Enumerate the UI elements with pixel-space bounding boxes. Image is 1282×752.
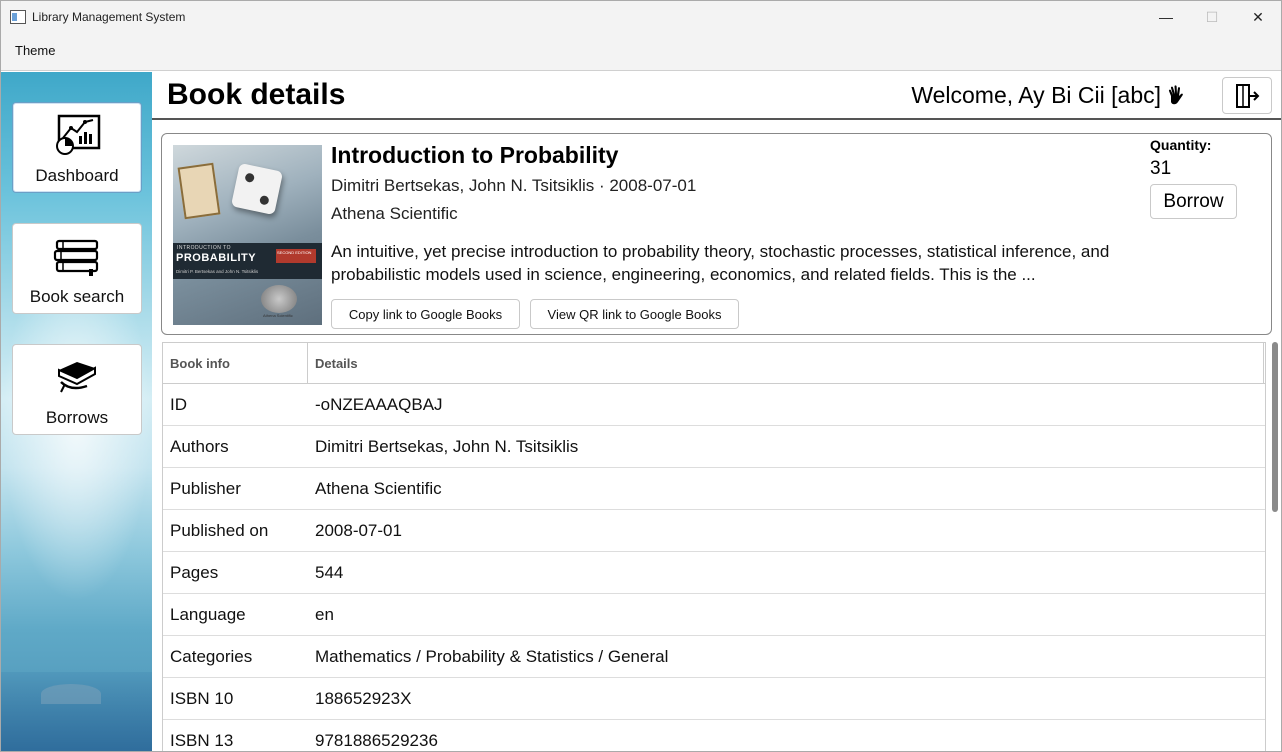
cover-publisher: Athena Scientific [263, 313, 293, 318]
cover-top-line: INTRODUCTION TO [177, 245, 231, 251]
minimize-button[interactable]: — [1143, 1, 1189, 33]
book-cover: INTRODUCTION TO PROBABILITY Dimitri P. B… [173, 145, 322, 325]
column-header-details[interactable]: Details [315, 356, 358, 371]
cover-coins [261, 285, 297, 313]
cover-title: PROBABILITY [176, 252, 257, 264]
cover-playing-card [177, 162, 221, 220]
table-row[interactable]: Publisher Athena Scientific [163, 468, 1265, 510]
dashboard-chart-icon [56, 114, 101, 155]
row-key: Pages [170, 563, 219, 582]
column-header-book-info[interactable]: Book info [170, 356, 230, 371]
menu-bar: Theme [1, 33, 1281, 71]
row-key: Authors [170, 437, 229, 456]
window-title: Library Management System [32, 10, 186, 24]
waving-hand-icon [1168, 85, 1183, 105]
quantity-value: 31 [1150, 158, 1172, 179]
table-row[interactable]: Authors Dimitri Bertsekas, John N. Tsits… [163, 426, 1265, 468]
row-value: en [315, 605, 334, 624]
logout-button[interactable] [1222, 77, 1272, 114]
row-key: Published on [170, 521, 269, 540]
table-row[interactable]: ISBN 13 9781886529236 [163, 720, 1265, 751]
row-value: Dimitri Bertsekas, John N. Tsitsiklis [315, 437, 579, 456]
scrollbar-thumb[interactable] [1272, 342, 1278, 512]
table-row[interactable]: ID -oNZEAAAQBAJ [163, 384, 1265, 426]
row-value: 544 [315, 563, 344, 582]
copy-link-button[interactable]: Copy link to Google Books [331, 299, 520, 329]
page-header: Book details Welcome, Ay Bi Cii [abc] [152, 72, 1281, 120]
book-byline: Dimitri Bertsekas, John N. Tsitsiklis · … [331, 176, 697, 195]
sidebar-item-label: Borrows [45, 408, 109, 427]
welcome-text: Welcome, Ay Bi Cii [abc] [911, 82, 1161, 108]
logout-icon [1236, 83, 1260, 108]
sidebar-item-label: Book search [29, 287, 125, 306]
title-bar: Library Management System — ☐ ✕ [1, 1, 1281, 33]
maximize-button[interactable]: ☐ [1189, 1, 1235, 33]
row-value: 9781886529236 [315, 731, 438, 750]
cover-authors: Dimitri P. Bertsekas and John N. Tsitsik… [176, 269, 259, 274]
background-island [41, 684, 101, 704]
column-separator [307, 343, 308, 384]
table-row[interactable]: Published on 2008-07-01 [163, 510, 1265, 552]
row-value: Mathematics / Probability & Statistics /… [315, 647, 669, 666]
cover-dice [230, 162, 284, 216]
book-info-table: Book info Details ID -oNZEAAAQBAJ Author… [162, 342, 1266, 751]
page-title: Book details [167, 78, 346, 111]
table-row[interactable]: Categories Mathematics / Probability & S… [163, 636, 1265, 678]
row-key: Language [170, 605, 246, 624]
borrow-button[interactable]: Borrow [1150, 184, 1237, 219]
sidebar-item-book-search[interactable]: Book search [12, 223, 142, 314]
book-description: An intuitive, yet precise introduction t… [331, 242, 1110, 284]
row-value: 2008-07-01 [315, 521, 402, 540]
qr-link-button[interactable]: View QR link to Google Books [530, 299, 739, 329]
row-value: -oNZEAAAQBAJ [315, 395, 443, 414]
row-value: 188652923X [315, 689, 412, 708]
quantity-label: Quantity: [1150, 137, 1212, 153]
sidebar: Dashboard Book search Borrows [1, 72, 152, 751]
table-row[interactable]: Pages 544 [163, 552, 1265, 594]
row-key: ID [170, 395, 187, 414]
cover-edition: SECOND EDITION [276, 249, 316, 263]
row-value: Athena Scientific [315, 479, 442, 498]
book-card: INTRODUCTION TO PROBABILITY Dimitri P. B… [161, 133, 1272, 335]
app-window: Library Management System — ☐ ✕ Theme Da… [0, 0, 1282, 752]
window-controls: — ☐ ✕ [1143, 1, 1281, 33]
book-title: Introduction to Probability [331, 142, 619, 168]
sidebar-item-borrows[interactable]: Borrows [12, 344, 142, 435]
table-row[interactable]: Language en [163, 594, 1265, 636]
sidebar-item-dashboard[interactable]: Dashboard [12, 102, 142, 193]
table-row[interactable]: ISBN 10 188652923X [163, 678, 1265, 720]
close-button[interactable]: ✕ [1235, 1, 1281, 33]
app-icon [10, 10, 26, 24]
books-stack-icon [53, 239, 99, 276]
row-key: Publisher [170, 479, 241, 498]
menu-theme[interactable]: Theme [15, 43, 55, 58]
column-separator [1263, 343, 1264, 384]
sidebar-item-label: Dashboard [35, 166, 119, 185]
row-key: Categories [170, 647, 253, 666]
row-key: ISBN 13 [170, 731, 234, 750]
main-content: Book details Welcome, Ay Bi Cii [abc] IN… [152, 72, 1281, 751]
hand-book-icon [58, 362, 96, 393]
table-scrollbar[interactable] [1269, 342, 1279, 751]
table-header: Book info Details [163, 343, 1265, 384]
row-key: ISBN 10 [170, 689, 234, 708]
book-publisher: Athena Scientific [331, 204, 458, 223]
